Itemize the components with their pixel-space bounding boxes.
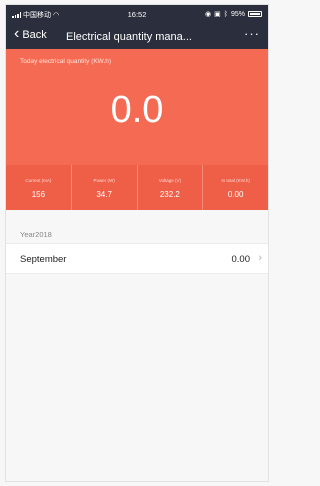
chevron-left-icon: ‹: [14, 25, 20, 42]
stat-power: Power (W) 34.7: [71, 165, 138, 210]
location-icon: ◉: [205, 11, 212, 18]
stat-label: In total (KW.h): [221, 178, 250, 183]
stat-value: 34.7: [96, 190, 112, 199]
stat-label: Power (W): [93, 178, 115, 183]
nav-bar: ‹ Back Electrical quantity mana... ···: [6, 23, 268, 49]
year-header: Year2018: [20, 230, 52, 239]
back-button[interactable]: ‹ Back: [14, 25, 47, 42]
lock-icon: ▣: [214, 11, 221, 18]
stats-bar: Current (mA) 156 Power (W) 34.7 Voltage …: [6, 165, 268, 210]
stat-current: Current (mA) 156: [6, 165, 72, 210]
stat-voltage: Voltage (V) 232.2: [137, 165, 204, 210]
battery-percent: 95%: [230, 10, 245, 18]
stat-value: 156: [31, 190, 46, 199]
chevron-right-icon: ›: [258, 252, 262, 264]
stat-total: In total (KW.h) 0.00: [203, 165, 268, 210]
battery-icon: [248, 11, 262, 17]
stat-label: Current (mA): [25, 178, 52, 183]
status-right: ◉ ▣ ᛒ 95%: [205, 10, 262, 18]
back-label: Back: [22, 29, 47, 41]
bluetooth-icon: ᛒ: [223, 10, 228, 18]
month-value: 0.00: [231, 254, 251, 265]
more-options-icon[interactable]: ···: [244, 27, 260, 40]
page-title: Electrical quantity mana...: [66, 31, 192, 43]
stat-value: 0.00: [227, 190, 244, 199]
today-quantity-value: 0.0: [110, 89, 164, 131]
month-row-september[interactable]: September 0.00 ›: [6, 243, 268, 274]
today-quantity-label: Today electrical quantity (KW.h): [20, 58, 112, 65]
app-screen: 中国移动 ◠ 16:52 ◉ ▣ ᛒ 95% ‹ Back Electrical…: [5, 4, 269, 482]
month-label: September: [20, 254, 67, 265]
status-bar: 中国移动 ◠ 16:52 ◉ ▣ ᛒ 95%: [6, 5, 268, 23]
empty-area: [6, 274, 268, 481]
today-summary-panel: Today electrical quantity (KW.h) 0.0 Cur…: [6, 49, 268, 210]
stat-label: Voltage (V): [158, 178, 181, 183]
stat-value: 232.2: [159, 190, 180, 199]
